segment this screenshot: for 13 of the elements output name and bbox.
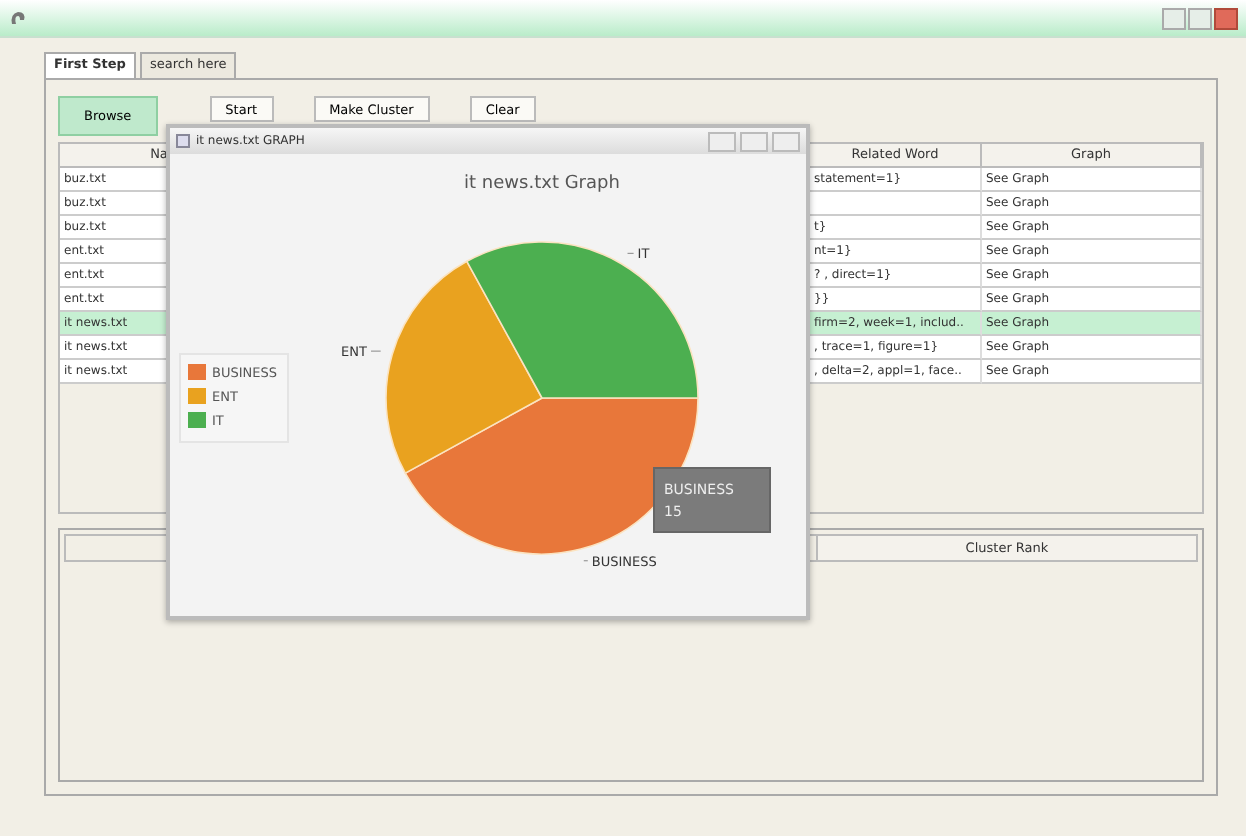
leader-line	[583, 560, 589, 562]
minimize-button[interactable]	[1162, 7, 1186, 29]
tooltip-background	[653, 467, 771, 533]
minimize-button[interactable]	[708, 131, 736, 151]
maximize-button[interactable]	[740, 131, 768, 151]
leader-line	[370, 350, 382, 352]
close-button[interactable]	[1214, 7, 1238, 29]
chart-title: it news.txt Graph	[464, 174, 620, 194]
window-icon	[176, 134, 190, 148]
app-icon	[8, 8, 28, 28]
legend-background	[179, 353, 289, 443]
maximize-button[interactable]	[1188, 7, 1212, 29]
leader-line	[626, 252, 635, 254]
